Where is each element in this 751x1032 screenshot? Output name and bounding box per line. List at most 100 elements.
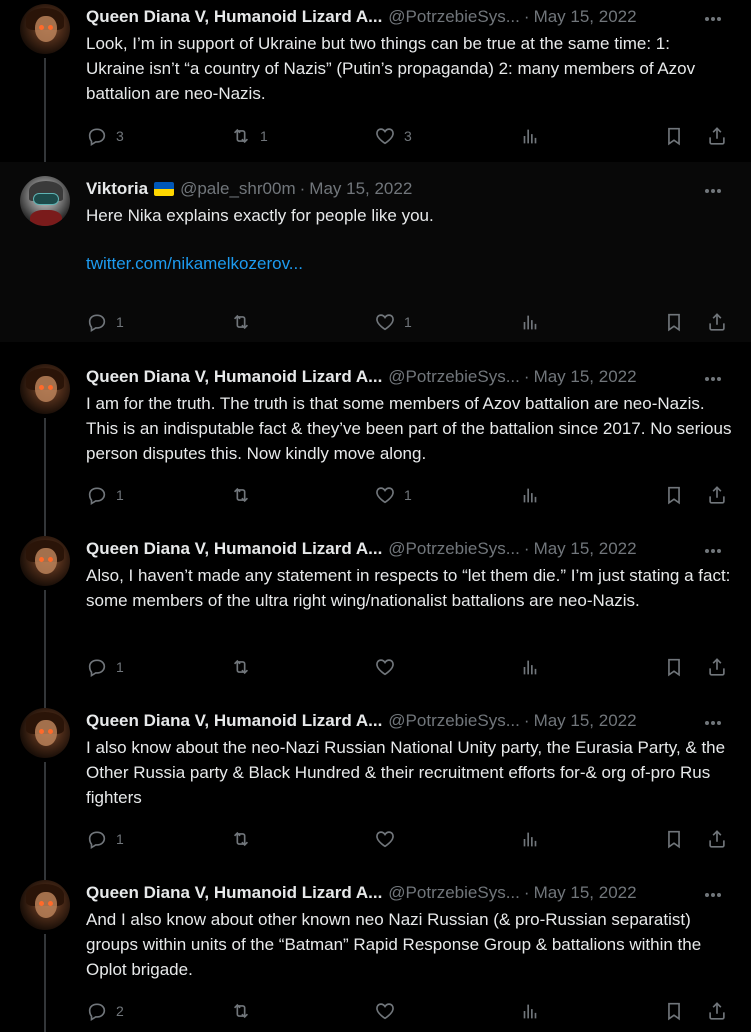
reply-count: 1 bbox=[116, 659, 124, 675]
retweet-button[interactable] bbox=[230, 483, 260, 507]
views-button[interactable] bbox=[519, 310, 541, 334]
tweet-link[interactable]: twitter.com/nikamelkozerov... bbox=[86, 254, 733, 274]
author-handle[interactable]: @PotrzebieSys... bbox=[388, 367, 520, 387]
more-options-icon[interactable] bbox=[705, 178, 727, 200]
share-icon bbox=[709, 127, 725, 145]
like-button[interactable]: 3 bbox=[374, 124, 412, 148]
tweet[interactable]: Queen Diana V, Humanoid Lizard A... @Pot… bbox=[0, 524, 751, 696]
more-options-icon[interactable] bbox=[705, 6, 727, 28]
tweet-date[interactable]: May 15, 2022 bbox=[534, 367, 637, 387]
avatar[interactable] bbox=[20, 364, 70, 414]
avatar[interactable] bbox=[20, 536, 70, 586]
retweet-button[interactable] bbox=[230, 310, 260, 334]
share-button[interactable] bbox=[706, 310, 728, 334]
author-name[interactable]: Viktoria bbox=[86, 179, 148, 199]
tweet-text: I am for the truth. The truth is that so… bbox=[86, 394, 732, 463]
views-button[interactable] bbox=[519, 655, 541, 679]
ukraine-flag-icon bbox=[154, 182, 175, 196]
bookmark-button[interactable] bbox=[663, 310, 685, 334]
tweet-actions: 1 bbox=[86, 827, 751, 851]
avatar[interactable] bbox=[20, 880, 70, 930]
share-button[interactable] bbox=[706, 655, 728, 679]
tweet[interactable]: Queen Diana V, Humanoid Lizard A... @Pot… bbox=[0, 0, 751, 162]
like-button[interactable] bbox=[374, 999, 404, 1023]
author-name[interactable]: Queen Diana V, Humanoid Lizard A... bbox=[86, 367, 382, 387]
author-name[interactable]: Queen Diana V, Humanoid Lizard A... bbox=[86, 883, 382, 903]
tweet-date[interactable]: May 15, 2022 bbox=[534, 7, 637, 27]
views-button[interactable] bbox=[519, 124, 541, 148]
tweet[interactable]: Queen Diana V, Humanoid Lizard A... @Pot… bbox=[0, 868, 751, 1032]
bookmark-icon bbox=[668, 658, 680, 677]
heart-icon bbox=[376, 487, 394, 504]
author-handle[interactable]: @PotrzebieSys... bbox=[388, 539, 520, 559]
author-name[interactable]: Queen Diana V, Humanoid Lizard A... bbox=[86, 7, 382, 27]
tweet-date[interactable]: May 15, 2022 bbox=[534, 883, 637, 903]
tweet[interactable]: Viktoria @pale_shr00m · May 15, 2022 Her… bbox=[0, 162, 751, 342]
like-button[interactable]: 1 bbox=[374, 483, 412, 507]
retweet-button[interactable] bbox=[230, 655, 260, 679]
views-button[interactable] bbox=[519, 483, 541, 507]
avatar[interactable] bbox=[20, 176, 70, 226]
tweet-date[interactable]: May 15, 2022 bbox=[534, 539, 637, 559]
reply-button[interactable]: 1 bbox=[86, 655, 124, 679]
like-button[interactable] bbox=[374, 655, 404, 679]
avatar[interactable] bbox=[20, 708, 70, 758]
tweet-actions: 2 bbox=[86, 999, 751, 1023]
bookmark-button[interactable] bbox=[663, 999, 685, 1023]
retweet-button[interactable]: 1 bbox=[230, 124, 268, 148]
heart-icon bbox=[376, 314, 394, 331]
more-options-icon[interactable] bbox=[705, 710, 727, 732]
views-button[interactable] bbox=[519, 999, 541, 1023]
author-handle[interactable]: @PotrzebieSys... bbox=[388, 883, 520, 903]
conversation-thread: Queen Diana V, Humanoid Lizard A... @Pot… bbox=[0, 0, 751, 1032]
reply-button[interactable]: 3 bbox=[86, 124, 124, 148]
reply-button[interactable]: 1 bbox=[86, 827, 124, 851]
tweet-text: And I also know about other known neo Na… bbox=[86, 910, 702, 979]
share-button[interactable] bbox=[706, 483, 728, 507]
author-handle[interactable]: @pale_shr00m bbox=[180, 179, 296, 199]
tweet-actions: 11 bbox=[86, 483, 751, 507]
more-options-icon[interactable] bbox=[705, 366, 727, 388]
reply-count: 1 bbox=[116, 831, 124, 847]
more-options-icon[interactable] bbox=[705, 538, 727, 560]
bookmark-button[interactable] bbox=[663, 483, 685, 507]
thread-connector-line bbox=[44, 762, 46, 868]
thread-connector-line bbox=[44, 58, 46, 162]
reply-icon bbox=[88, 314, 106, 332]
retweet-button[interactable] bbox=[230, 999, 260, 1023]
reply-button[interactable]: 1 bbox=[86, 483, 124, 507]
bookmark-button[interactable] bbox=[663, 655, 685, 679]
share-button[interactable] bbox=[706, 999, 728, 1023]
tweet-text: Here Nika explains exactly for people li… bbox=[86, 206, 434, 225]
reply-button[interactable]: 2 bbox=[86, 999, 124, 1023]
like-button[interactable] bbox=[374, 827, 404, 851]
author-handle[interactable]: @PotrzebieSys... bbox=[388, 711, 520, 731]
retweet-button[interactable] bbox=[230, 827, 260, 851]
thread-connector-line bbox=[44, 934, 46, 1032]
share-button[interactable] bbox=[706, 124, 728, 148]
bookmark-icon bbox=[668, 127, 680, 146]
author-name[interactable]: Queen Diana V, Humanoid Lizard A... bbox=[86, 539, 382, 559]
heart-icon bbox=[376, 659, 394, 676]
author-name[interactable]: Queen Diana V, Humanoid Lizard A... bbox=[86, 711, 382, 731]
thread-connector-line bbox=[44, 524, 46, 536]
analytics-icon bbox=[523, 129, 537, 144]
tweet-actions: 1 bbox=[86, 655, 751, 679]
reply-icon bbox=[88, 487, 106, 505]
thread-connector-line bbox=[44, 868, 46, 880]
like-count: 3 bbox=[404, 128, 412, 144]
tweet[interactable]: Queen Diana V, Humanoid Lizard A... @Pot… bbox=[0, 352, 751, 524]
reply-button[interactable]: 1 bbox=[86, 310, 124, 334]
avatar[interactable] bbox=[20, 4, 70, 54]
tweet[interactable]: Queen Diana V, Humanoid Lizard A... @Pot… bbox=[0, 696, 751, 868]
retweet-icon bbox=[233, 128, 249, 144]
tweet-date[interactable]: May 15, 2022 bbox=[309, 179, 412, 199]
tweet-date[interactable]: May 15, 2022 bbox=[534, 711, 637, 731]
like-button[interactable]: 1 bbox=[374, 310, 412, 334]
bookmark-button[interactable] bbox=[663, 827, 685, 851]
views-button[interactable] bbox=[519, 827, 541, 851]
author-handle[interactable]: @PotrzebieSys... bbox=[388, 7, 520, 27]
more-options-icon[interactable] bbox=[705, 882, 727, 904]
share-button[interactable] bbox=[706, 827, 728, 851]
bookmark-button[interactable] bbox=[663, 124, 685, 148]
